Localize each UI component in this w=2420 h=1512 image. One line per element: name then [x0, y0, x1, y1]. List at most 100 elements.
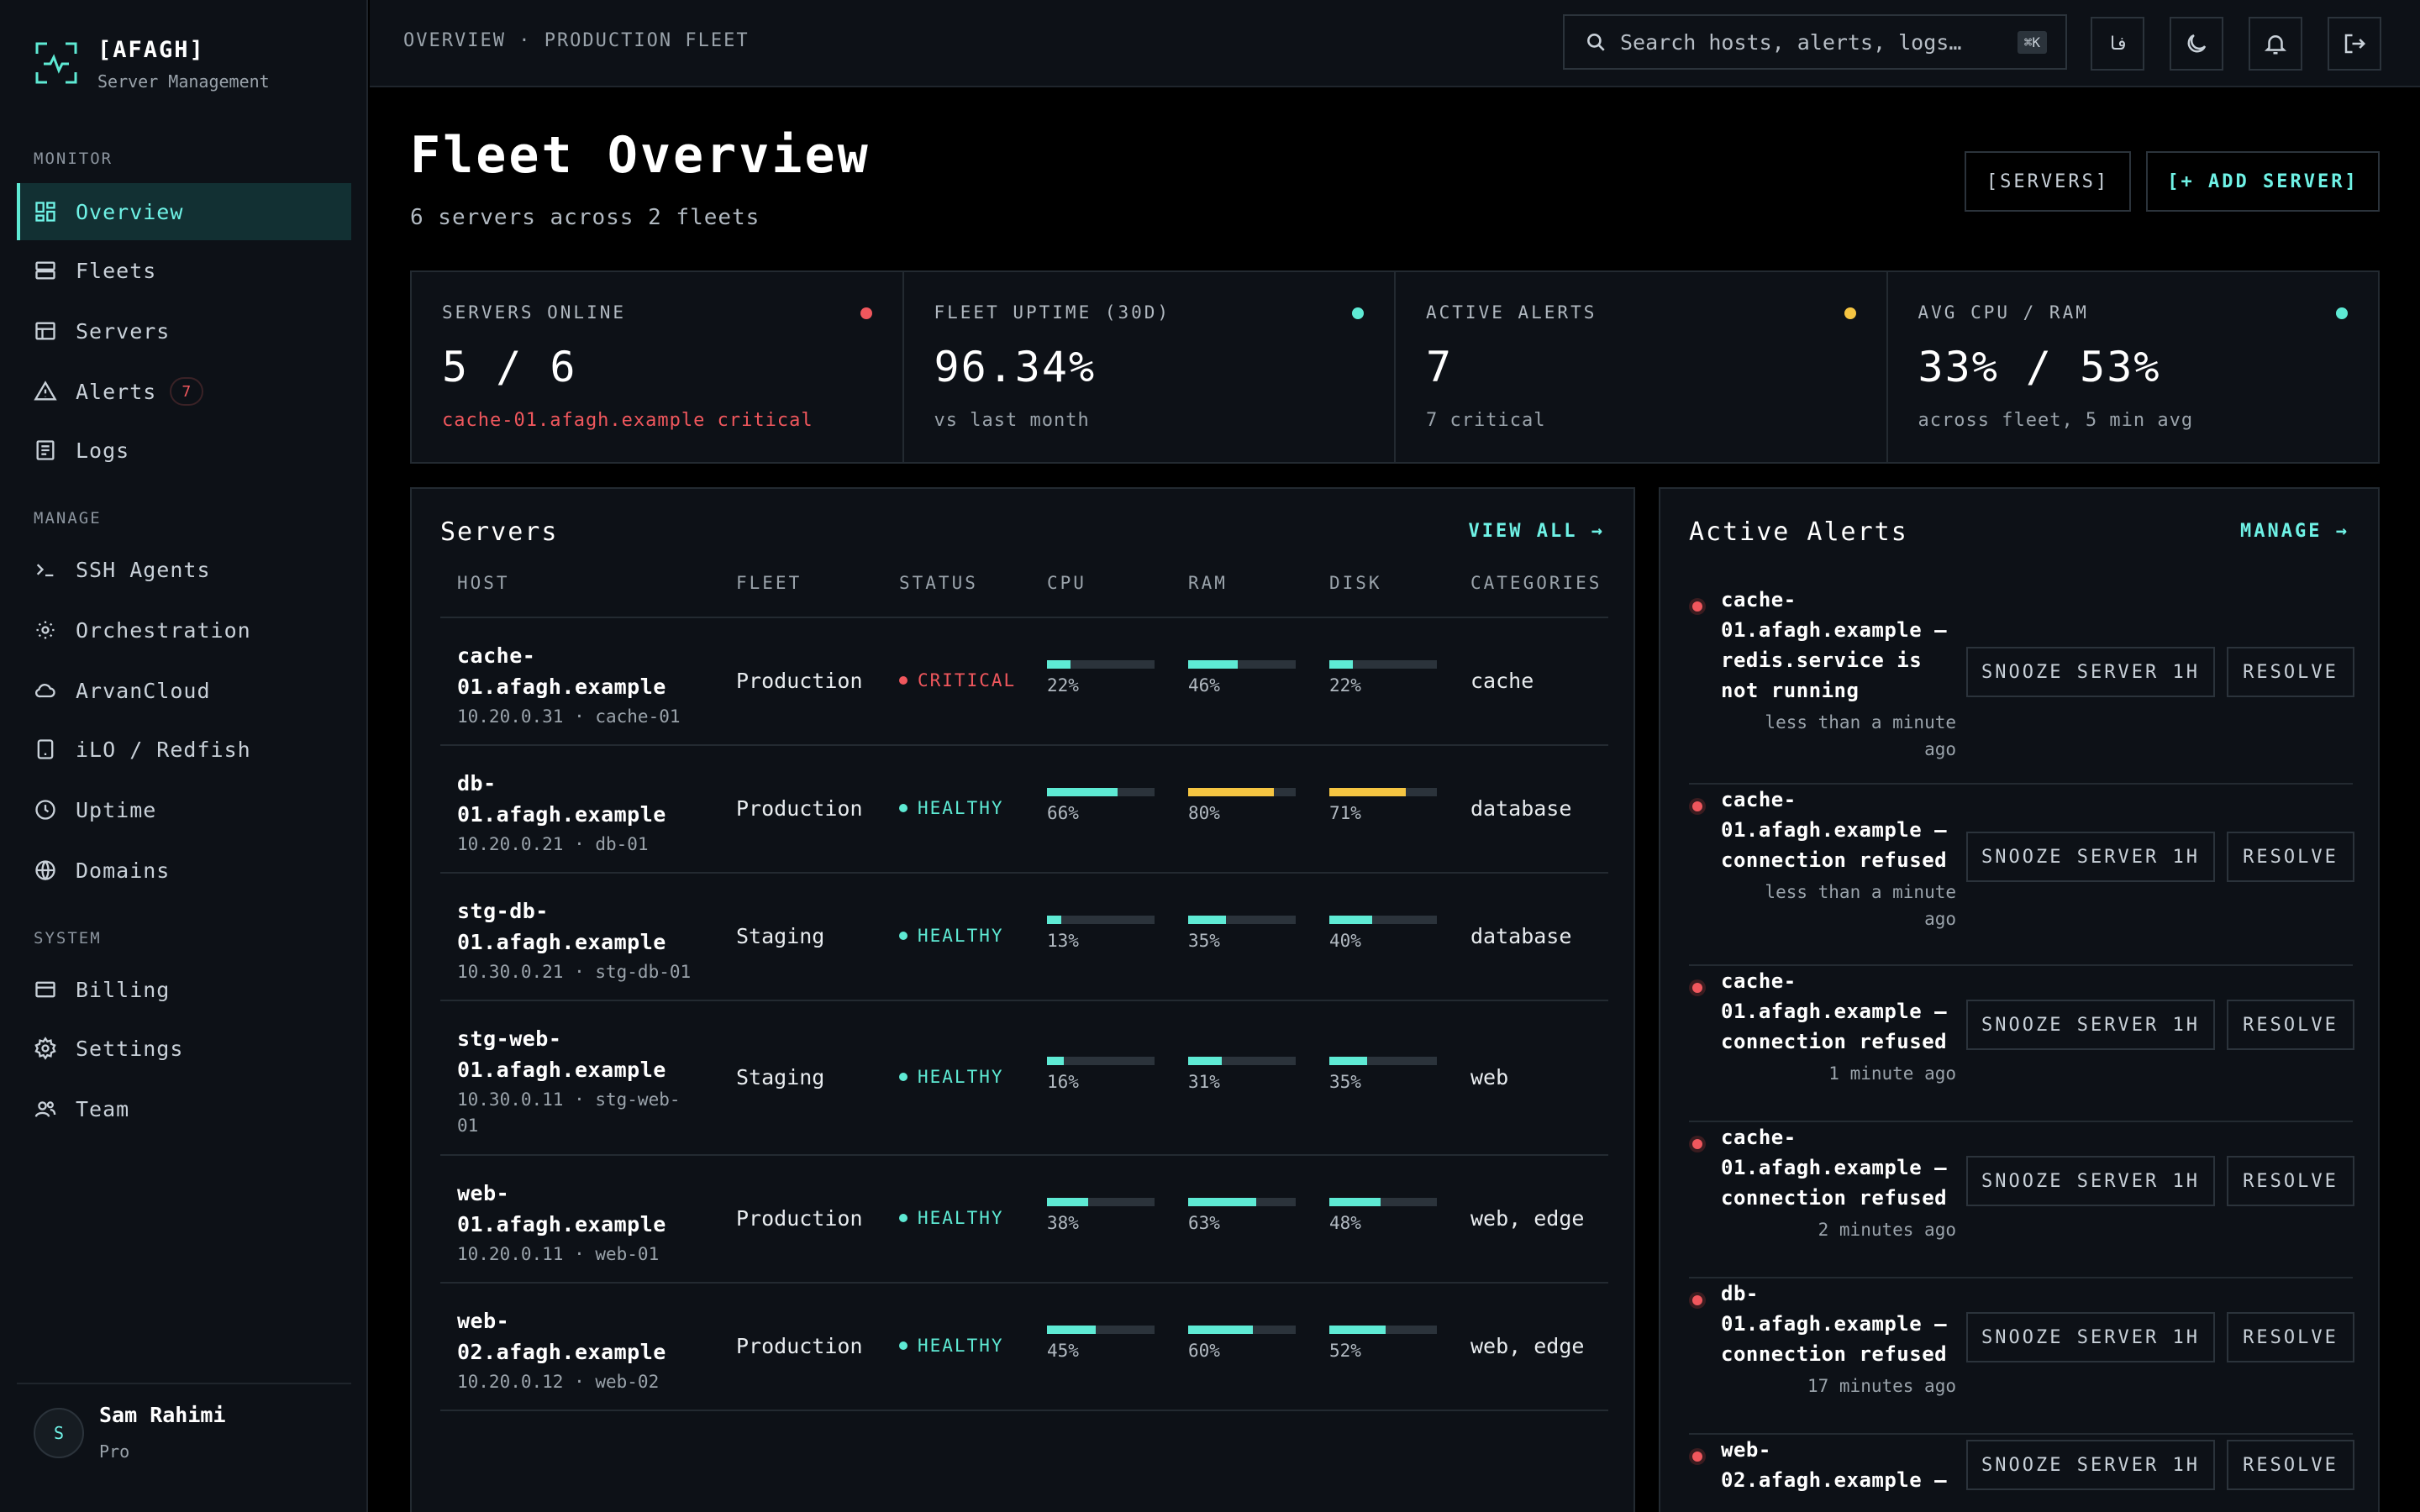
- table-header: HOST FLEET STATUS CPU RAM DISK CATEGORIE…: [440, 573, 1608, 618]
- search-box[interactable]: ⌘K: [1563, 14, 2067, 70]
- brand[interactable]: [AFAGH] Server Management: [34, 37, 270, 92]
- alert-message-line: 01.afagh.example —: [1721, 1156, 1948, 1179]
- host-name[interactable]: 01.afagh.example: [457, 927, 709, 958]
- ram-usage: 80%: [1188, 788, 1296, 823]
- alert-timestamp-line: 17 minutes ago: [1807, 1376, 1956, 1396]
- servers-button[interactable]: [SERVERS]: [1965, 151, 2131, 212]
- search-input[interactable]: [1620, 29, 1981, 55]
- logout-icon: [2344, 34, 2366, 54]
- user-name: Sam Rahimi: [99, 1403, 226, 1427]
- host-name[interactable]: stg-web-: [457, 1023, 709, 1054]
- sidebar-item-label: Settings: [76, 1036, 184, 1061]
- resolve-alert-button[interactable]: RESOLVE: [2227, 1000, 2354, 1050]
- table-row[interactable]: stg-db- 01.afagh.example 10.30.0.21 · stg-…: [440, 874, 1608, 1001]
- column-header-fleet[interactable]: FLEET: [736, 573, 802, 593]
- alert-message-line: connection refused: [1721, 1030, 1948, 1053]
- host-name[interactable]: 01.afagh.example: [457, 1209, 709, 1240]
- disk-usage-bar: [1329, 1198, 1437, 1206]
- host-name[interactable]: 02.afagh.example: [457, 1336, 709, 1368]
- tablet-icon: [37, 739, 54, 759]
- column-header-categories[interactable]: CATEGORIES: [1470, 573, 1602, 593]
- stat-status-dot: [860, 307, 872, 319]
- sidebar-item-ssh-agents[interactable]: SSH Agents: [17, 541, 351, 598]
- add-server-button[interactable]: [+ ADD SERVER]: [2146, 151, 2380, 212]
- snooze-server-button[interactable]: SNOOZE SERVER 1H: [1966, 647, 2215, 697]
- column-header-cpu[interactable]: CPU: [1047, 573, 1086, 593]
- cpu-usage: 22%: [1047, 660, 1155, 696]
- user-profile[interactable]: S Sam Rahimi Pro: [17, 1383, 351, 1512]
- table-row[interactable]: stg-web- 01.afagh.example 10.30.0.11 · stg…: [440, 1001, 1608, 1156]
- sidebar-item-alerts[interactable]: Alerts 7: [17, 363, 351, 420]
- sidebar-item-orchestration[interactable]: Orchestration: [17, 601, 351, 659]
- view-all-servers-link[interactable]: VIEW ALL →: [1469, 521, 1605, 542]
- resolve-alert-button[interactable]: RESOLVE: [2227, 832, 2354, 882]
- sidebar-item-servers[interactable]: Servers: [17, 302, 351, 360]
- table-row[interactable]: db- 01.afagh.example 10.20.0.21 · db-01 Pro…: [440, 746, 1608, 874]
- sidebar-item-logs[interactable]: Logs: [17, 422, 351, 479]
- sidebar-item-domains[interactable]: Domains: [17, 842, 351, 899]
- stat-status-dot: [2336, 307, 2348, 319]
- disk-usage-fill: [1329, 788, 1406, 796]
- resolve-alert-button[interactable]: RESOLVE: [2227, 647, 2354, 697]
- host-name[interactable]: cache-: [457, 640, 709, 671]
- column-header-host[interactable]: HOST: [457, 573, 510, 593]
- snooze-server-button[interactable]: SNOOZE SERVER 1H: [1966, 832, 2215, 882]
- host-name[interactable]: 01.afagh.example: [457, 671, 709, 702]
- alert-timestamp-line: less than a minute: [1765, 882, 1956, 902]
- resolve-alert-button[interactable]: RESOLVE: [2227, 1312, 2354, 1362]
- host-name[interactable]: 01.afagh.example: [457, 1054, 709, 1085]
- disk-usage-bar: [1329, 916, 1437, 924]
- sidebar-item-arvancloud[interactable]: ArvanCloud: [17, 662, 351, 719]
- cpu-usage: 38%: [1047, 1198, 1155, 1233]
- table-row[interactable]: cache- 01.afagh.example 10.20.0.31 · cache…: [440, 618, 1608, 746]
- host-cell[interactable]: stg-db- 01.afagh.example 10.30.0.21 · stg-…: [457, 895, 709, 985]
- status-dot: [899, 1341, 908, 1350]
- host-cell[interactable]: web- 02.afagh.example 10.20.0.12 · web-02: [457, 1305, 709, 1395]
- host-name[interactable]: web-: [457, 1178, 709, 1209]
- sidebar-item-fleets[interactable]: Fleets: [17, 242, 351, 299]
- host-name[interactable]: stg-db-: [457, 895, 709, 927]
- pulse-logo-icon: [35, 42, 77, 84]
- disk-usage-percent: 40%: [1329, 931, 1361, 951]
- snooze-server-button[interactable]: SNOOZE SERVER 1H: [1966, 1000, 2215, 1050]
- sidebar-item-overview[interactable]: Overview: [17, 183, 351, 240]
- sidebar-item-team[interactable]: Team: [17, 1080, 351, 1137]
- table-row[interactable]: web- 02.afagh.example 10.20.0.12 · web-02 P…: [440, 1284, 1608, 1411]
- sidebar-item-ilo-redfish[interactable]: iLO / Redfish: [17, 721, 351, 778]
- theme-toggle-button[interactable]: [2170, 17, 2223, 71]
- sidebar-item-settings[interactable]: Settings: [17, 1020, 351, 1077]
- manage-alerts-link[interactable]: MANAGE →: [2240, 521, 2349, 542]
- logout-button[interactable]: [2328, 17, 2381, 71]
- snooze-server-button[interactable]: SNOOZE SERVER 1H: [1966, 1156, 2215, 1206]
- host-cell[interactable]: cache- 01.afagh.example 10.20.0.31 · cache…: [457, 640, 709, 730]
- snooze-server-button[interactable]: SNOOZE SERVER 1H: [1966, 1440, 2215, 1490]
- stat-card-avg-cpu-ram: AVG CPU / RAM 33% / 53% across fleet, 5 …: [1888, 272, 2379, 462]
- notifications-button[interactable]: [2249, 17, 2302, 71]
- stat-value: 5 / 6: [442, 343, 577, 391]
- sidebar-item-label: Servers: [76, 318, 171, 344]
- host-name[interactable]: web-: [457, 1305, 709, 1336]
- sidebar-item-uptime[interactable]: Uptime: [17, 781, 351, 838]
- avatar[interactable]: S: [34, 1408, 84, 1458]
- disk-usage-percent: 52%: [1329, 1341, 1361, 1361]
- column-header-disk[interactable]: DISK: [1329, 573, 1382, 593]
- host-cell[interactable]: web- 01.afagh.example 10.20.0.11 · web-01: [457, 1178, 709, 1268]
- sidebar-item-billing[interactable]: Billing: [17, 961, 351, 1018]
- host-cell[interactable]: stg-web- 01.afagh.example 10.30.0.11 · stg…: [457, 1023, 709, 1139]
- host-name[interactable]: db-: [457, 768, 709, 799]
- host-cell[interactable]: db- 01.afagh.example 10.20.0.21 · db-01: [457, 768, 709, 858]
- column-header-ram[interactable]: RAM: [1188, 573, 1228, 593]
- credit-card-icon: [35, 981, 55, 998]
- stat-label: FLEET UPTIME (30D): [934, 302, 1171, 323]
- host-name[interactable]: 01.afagh.example: [457, 799, 709, 830]
- snooze-server-button[interactable]: SNOOZE SERVER 1H: [1966, 1312, 2215, 1362]
- alerts-panel: Active Alerts MANAGE → cache- 01.afagh.ex…: [1659, 487, 2380, 1512]
- stat-card-servers-online: SERVERS ONLINE 5 / 6 cache-01.afagh.exam…: [412, 272, 904, 462]
- status-label: HEALTHY: [918, 1067, 1004, 1087]
- language-toggle-button[interactable]: فا: [2091, 17, 2144, 71]
- ram-usage-percent: 31%: [1188, 1072, 1220, 1092]
- table-row[interactable]: web- 01.afagh.example 10.20.0.11 · web-01 P…: [440, 1156, 1608, 1284]
- resolve-alert-button[interactable]: RESOLVE: [2227, 1440, 2354, 1490]
- column-header-status[interactable]: STATUS: [899, 573, 978, 593]
- resolve-alert-button[interactable]: RESOLVE: [2227, 1156, 2354, 1206]
